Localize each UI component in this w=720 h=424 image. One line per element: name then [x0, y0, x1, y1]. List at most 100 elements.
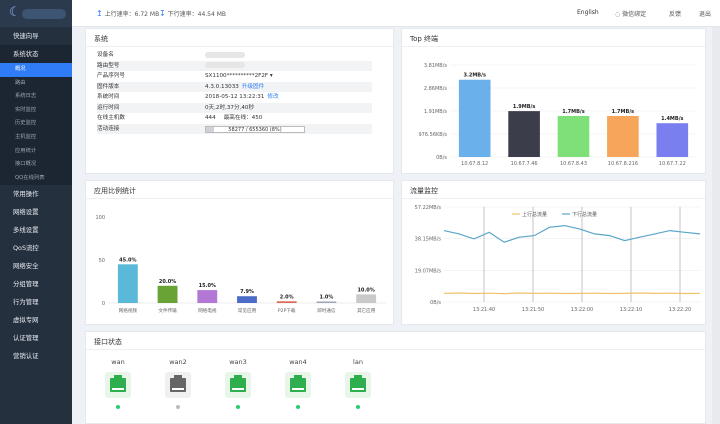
- sidebar-item[interactable]: 接口概况: [0, 158, 72, 172]
- ethernet-port-icon: [105, 372, 131, 398]
- x-tick-label: 10.67.7.46: [511, 161, 538, 167]
- chevron-down-icon[interactable]: ▾: [268, 73, 273, 79]
- interface-status-card: 接口状态 wan wan2 wan3 wan4 lan: [85, 331, 706, 424]
- interface-port[interactable]: wan3: [221, 358, 255, 409]
- data-label: 1.9MB/s: [513, 104, 535, 110]
- sidebar-item[interactable]: 营销认证: [0, 347, 72, 365]
- legend-label: 下行总流量: [572, 211, 597, 218]
- upgrade-firmware-link[interactable]: 升级固件: [242, 84, 264, 90]
- sidebar-item[interactable]: 历史监控: [0, 117, 72, 131]
- logout-button[interactable]: 退出: [699, 9, 711, 18]
- interface-port[interactable]: wan2: [161, 358, 195, 409]
- y-tick-label: 100: [95, 215, 105, 221]
- upload-rate-value: 6.72 MB: [134, 11, 160, 18]
- y-tick-label: 0: [102, 301, 105, 307]
- system-info-row: 系统时间 2018-05-12 13:22:31 修改: [97, 92, 367, 103]
- x-tick-label: 文件传输: [158, 307, 177, 314]
- bar: [458, 79, 491, 157]
- sidebar-item[interactable]: 概况: [0, 63, 72, 77]
- sidebar-item[interactable]: 网络设置: [0, 203, 72, 221]
- upload-rate: ↥ 上行速率：6.72 MB: [96, 9, 159, 18]
- system-info-row: 在线主机数 444 最高在线：450: [97, 113, 367, 124]
- x-tick-label: 10.67.8.43: [560, 161, 587, 167]
- x-tick-label: 13:21:40: [473, 307, 495, 313]
- sidebar-item[interactable]: 路由: [0, 76, 72, 91]
- interface-port[interactable]: wan: [101, 358, 135, 409]
- y-tick-label: 0B/s: [436, 155, 447, 161]
- port-label: lan: [353, 358, 363, 366]
- system-info-key: 产品序列号: [97, 73, 125, 79]
- sidebar-item[interactable]: 网络安全: [0, 257, 72, 275]
- status-dot: [116, 405, 120, 409]
- system-info-text: SX1100**********2F2F: [205, 73, 269, 79]
- sidebar-item[interactable]: 快速向导: [0, 27, 72, 45]
- wechat-bind-button[interactable]: ◌ 微信绑定: [615, 9, 646, 18]
- data-label: 10.0%: [357, 287, 374, 293]
- y-tick-label: 19.07MB/s: [415, 268, 442, 274]
- traffic-chart: 57.22MB/s 38.15MB/s 19.07MB/s 0B/s 13:21:40 1…: [415, 205, 701, 313]
- system-info-key: 活动连接: [97, 125, 120, 132]
- language-button[interactable]: English: [577, 9, 599, 16]
- connection-progress-bar: 58277 / 655360 (8%): [205, 125, 305, 133]
- max-online-label: 最高在线：: [223, 115, 252, 121]
- sidebar-item[interactable]: 应用统计: [0, 144, 72, 159]
- y-tick-label: 2.86MB/s: [424, 86, 448, 92]
- sidebar-item[interactable]: 主机监控: [0, 130, 72, 145]
- sidebar-item[interactable]: 分组管理: [0, 275, 72, 293]
- port-label: wan3: [229, 358, 247, 366]
- data-label: 1.0%: [319, 295, 333, 301]
- sidebar-item[interactable]: 常用操作: [0, 185, 72, 203]
- sidebar-item[interactable]: 系统日志: [0, 90, 72, 104]
- x-tick-label: 即时通信: [317, 307, 336, 314]
- bar: [157, 285, 178, 303]
- data-label: 1.7MB/s: [562, 109, 584, 115]
- wechat-label: 微信绑定: [622, 11, 647, 18]
- bar: [276, 301, 297, 303]
- app-ratio-card: 应用比例统计 100 50 0 45.0% 网络视频 20.0% 文件传输 15.0% 网络电视…: [85, 180, 394, 325]
- system-info-value: 4.3.0.13033 升级固件: [205, 82, 264, 93]
- bar: [607, 115, 639, 157]
- wechat-icon: ◌: [615, 11, 621, 18]
- sidebar-item[interactable]: QQ在线列表: [0, 171, 72, 186]
- sidebar-item[interactable]: 虚拟专网: [0, 311, 72, 329]
- system-info-value: 0天,2时,37分,40秒: [205, 103, 254, 114]
- status-dot: [236, 405, 240, 409]
- y-tick-label: 38.15MB/s: [415, 237, 442, 243]
- modify-time-link[interactable]: 修改: [267, 94, 278, 100]
- bar: [237, 296, 257, 303]
- bar: [117, 264, 138, 303]
- x-tick-label: 其它应用: [357, 307, 376, 314]
- download-arrow-icon: ↧: [159, 9, 166, 18]
- data-label: 1.4MB/s: [661, 116, 683, 122]
- ethernet-port-icon: [165, 372, 191, 398]
- system-info-key: 运行时间: [97, 104, 120, 111]
- system-info-row: 设备名: [97, 50, 367, 61]
- sidebar-nav: 快速向导 系统状态 概况 路由 系统日志 实时监控 历史监控 主机监控 应用统计 接口概况 QQ在线…: [0, 27, 72, 365]
- system-card: 系统 设备名 路由型号 产品序列号 SX1100**********2F2F ▾ 固件版…: [85, 28, 394, 174]
- system-info-row: 活动连接 58277 / 655360 (8%): [97, 123, 372, 134]
- ethernet-port-icon: [345, 372, 371, 398]
- sidebar-item[interactable]: 系统状态: [0, 45, 72, 63]
- system-info-value: 2018-05-12 13:22:31 修改: [205, 92, 279, 103]
- x-tick-label: 13:21:50: [522, 307, 544, 313]
- feedback-button[interactable]: 反馈: [669, 9, 681, 18]
- port-label: wan4: [289, 358, 307, 366]
- system-info-text: 444: [205, 115, 216, 121]
- y-tick-label: 0B/s: [430, 300, 441, 306]
- sidebar-item[interactable]: QoS流控: [0, 239, 72, 257]
- top-bar: ↥ 上行速率：6.72 MB ↧ 下行速率：44.54 MB English ◌…: [72, 0, 720, 27]
- bar: [656, 123, 689, 157]
- port-label: wan2: [169, 358, 187, 366]
- sidebar-item[interactable]: 实时监控: [0, 103, 72, 118]
- sidebar-item[interactable]: 认证管理: [0, 329, 72, 347]
- sidebar-item[interactable]: 多线设置: [0, 221, 72, 239]
- system-info-row: 路由型号: [97, 60, 372, 71]
- system-info-value: SX1100**********2F2F ▾: [205, 71, 273, 82]
- interface-port[interactable]: wan4: [281, 358, 315, 409]
- sidebar-item[interactable]: 行为管理: [0, 293, 72, 311]
- interface-port[interactable]: lan: [341, 358, 375, 409]
- data-label: 2.0%: [280, 294, 294, 300]
- data-label: 1.7MB/s: [612, 109, 634, 115]
- data-label: 20.0%: [159, 279, 176, 285]
- page-scrollbar[interactable]: [712, 27, 720, 424]
